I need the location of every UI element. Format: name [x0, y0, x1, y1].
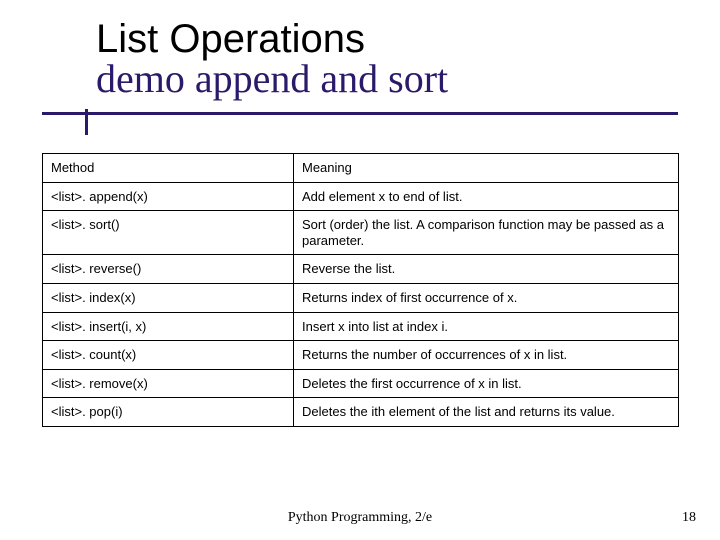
page-number: 18: [682, 510, 696, 526]
cell-method: <list>. sort(): [43, 211, 294, 255]
cell-method: <list>. insert(i, x): [43, 312, 294, 341]
table-row: <list>. index(x) Returns index of first …: [43, 283, 679, 312]
slide: List Operations demo append and sort Met…: [0, 0, 720, 540]
cell-meaning: Returns the number of occurrences of x i…: [294, 341, 679, 370]
table-header-row: Method Meaning: [43, 154, 679, 183]
table-row: <list>. remove(x) Deletes the first occu…: [43, 369, 679, 398]
table-row: <list>. append(x) Add element x to end o…: [43, 182, 679, 211]
cell-meaning: Deletes the first occurrence of x in lis…: [294, 369, 679, 398]
title-line-1: List Operations: [96, 18, 656, 60]
table-row: <list>. insert(i, x) Insert x into list …: [43, 312, 679, 341]
cell-method: <list>. append(x): [43, 182, 294, 211]
cell-meaning: Reverse the list.: [294, 255, 679, 284]
cell-method: <list>. index(x): [43, 283, 294, 312]
footer-text: Python Programming, 2/e: [0, 510, 720, 526]
table-row: <list>. count(x) Returns the number of o…: [43, 341, 679, 370]
header-method: Method: [43, 154, 294, 183]
table-row: <list>. sort() Sort (order) the list. A …: [43, 211, 679, 255]
cell-meaning: Sort (order) the list. A comparison func…: [294, 211, 679, 255]
table-row: <list>. pop(i) Deletes the ith element o…: [43, 398, 679, 427]
table-row: <list>. reverse() Reverse the list.: [43, 255, 679, 284]
cell-meaning: Deletes the ith element of the list and …: [294, 398, 679, 427]
cell-method: <list>. count(x): [43, 341, 294, 370]
cell-meaning: Add element x to end of list.: [294, 182, 679, 211]
slide-title: List Operations demo append and sort: [96, 18, 656, 100]
header-meaning: Meaning: [294, 154, 679, 183]
title-accent-tick: [85, 109, 88, 135]
cell-meaning: Returns index of first occurrence of x.: [294, 283, 679, 312]
cell-method: <list>. remove(x): [43, 369, 294, 398]
cell-method: <list>. reverse(): [43, 255, 294, 284]
title-line-2: demo append and sort: [96, 58, 656, 100]
cell-method: <list>. pop(i): [43, 398, 294, 427]
cell-meaning: Insert x into list at index i.: [294, 312, 679, 341]
title-underline: [42, 112, 678, 115]
methods-table: Method Meaning <list>. append(x) Add ele…: [42, 153, 679, 427]
